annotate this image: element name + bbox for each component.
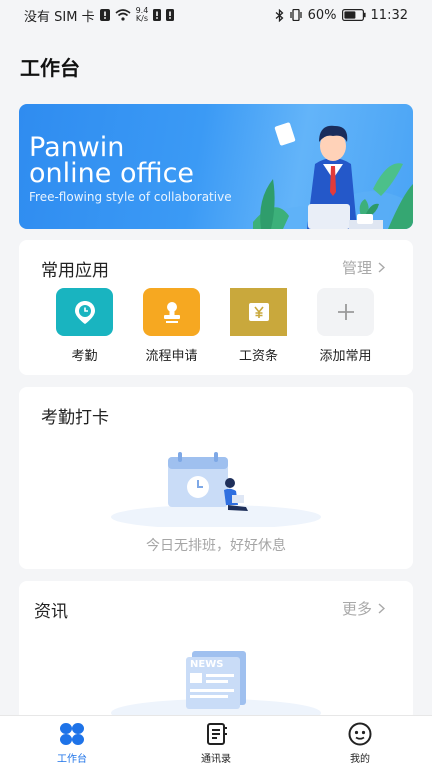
battery-percent: 60% <box>307 7 337 23</box>
attendance-empty-text: 今日无排班，好好休息 <box>146 538 286 554</box>
plus-icon <box>317 288 374 336</box>
news-title: 资讯 <box>34 602 68 622</box>
attendance-card: 考勤打卡 今日无排班，好好休息 <box>19 387 413 569</box>
app-process-request[interactable]: 流程申请 <box>128 288 215 364</box>
net-speed-unit: K/s <box>135 14 148 23</box>
banner-title-line2: online office <box>29 158 195 189</box>
news-empty-illustration: NEWS <box>111 651 321 721</box>
yen-icon <box>230 288 287 336</box>
tab-label: 工作台 <box>57 754 87 765</box>
notification-alert-icon <box>166 9 175 21</box>
chevron-right-icon <box>378 603 385 614</box>
contacts-icon <box>207 723 227 745</box>
more-label: 更多 <box>341 600 372 618</box>
tab-contacts[interactable]: 通讯录 <box>144 716 288 768</box>
page-title: 工作台 <box>20 56 80 80</box>
calendar-empty-illustration <box>111 452 321 527</box>
bluetooth-icon <box>275 8 284 22</box>
carrier-text: 没有 SIM 卡 <box>24 9 95 25</box>
app-label: 考勤 <box>71 349 98 364</box>
promo-banner[interactable]: Panwin online office Free-flowing style … <box>19 104 413 229</box>
office-worker-illustration <box>253 122 413 229</box>
more-button[interactable]: 更多 <box>342 598 385 619</box>
app-attendance[interactable]: 考勤 <box>41 288 128 364</box>
app-payslip[interactable]: 工资条 <box>215 288 302 364</box>
bottom-tab-bar: 工作台 通讯录 我的 <box>0 715 432 768</box>
tab-label: 通讯录 <box>201 754 231 765</box>
chevron-right-icon <box>378 262 385 273</box>
app-add-common[interactable]: 添加常用 <box>302 288 389 364</box>
status-left: 没有 SIM 卡 9.4 K/s <box>24 6 175 25</box>
status-right: 60% 11:32 <box>275 8 408 23</box>
wifi-icon <box>115 9 131 21</box>
tab-profile[interactable]: 我的 <box>288 716 432 768</box>
battery-icon <box>341 9 366 21</box>
news-card: 资讯 更多 NEWS <box>19 581 413 721</box>
notification-alert-icon <box>153 9 162 21</box>
banner-subtitle: Free-flowing style of collaborative <box>29 190 232 204</box>
vibrate-icon <box>289 9 303 21</box>
workbench-icon <box>60 723 84 745</box>
common-apps-card: 常用应用 管理 考勤 流程申请 工资条 添加常用 <box>19 240 413 375</box>
manage-button[interactable]: 管理 <box>342 257 385 278</box>
app-label: 工资条 <box>238 349 278 364</box>
tab-label: 我的 <box>350 754 370 765</box>
manage-label: 管理 <box>341 259 372 277</box>
common-apps-title: 常用应用 <box>41 261 109 281</box>
news-illustration-label: NEWS <box>190 659 223 670</box>
net-speed: 9.4 K/s <box>136 7 149 23</box>
apps-grid: 考勤 流程申请 工资条 添加常用 <box>19 288 413 364</box>
tab-workbench[interactable]: 工作台 <box>0 716 144 768</box>
attendance-title: 考勤打卡 <box>41 408 109 428</box>
app-label: 流程申请 <box>145 349 198 364</box>
status-bar: 没有 SIM 卡 9.4 K/s 60% 11:32 <box>0 0 432 30</box>
app-label: 添加常用 <box>319 349 372 364</box>
location-clock-icon <box>56 288 113 336</box>
stamp-icon <box>143 288 200 336</box>
sim-alert-icon <box>99 9 110 21</box>
clock: 11:32 <box>370 7 408 23</box>
profile-icon <box>348 722 372 746</box>
